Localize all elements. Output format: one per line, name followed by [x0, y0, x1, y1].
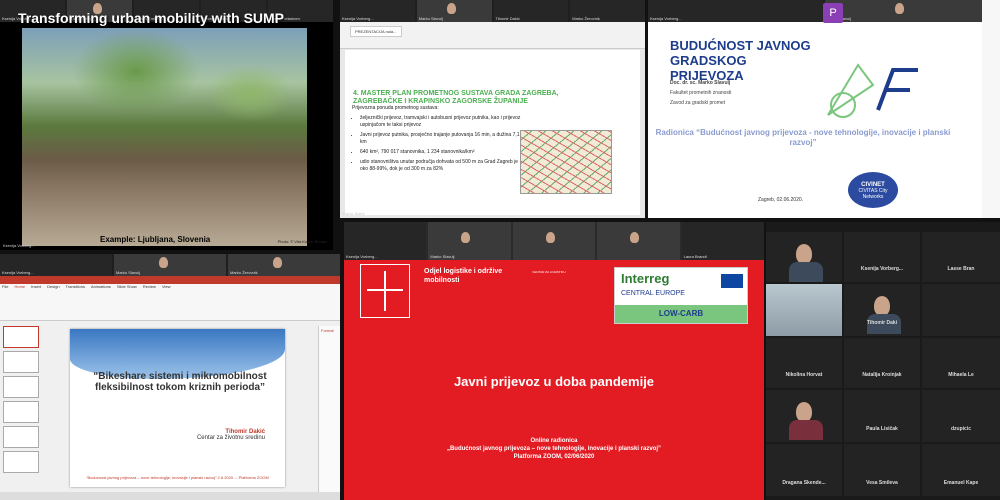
slide-title: Transforming urban mobility with SUMP — [18, 10, 285, 26]
university-logo — [360, 264, 410, 318]
participant-video[interactable]: Tihomir Daki — [844, 284, 920, 336]
eu-flag-icon — [721, 274, 743, 288]
speaker-name: Davor Babić — [343, 211, 365, 216]
participant-thumb[interactable]: Marko Slavulj — [428, 222, 511, 260]
participant-thumb[interactable]: Marko Slavulj — [416, 0, 492, 22]
slide-footer: “Budućnost javnog prijevoza – nove tehno… — [86, 475, 269, 480]
department-name: Odjel logistike i održive mobilnosti — [424, 268, 503, 284]
civinet-logo: CIVINET CIVITAS City Networks — [848, 172, 898, 208]
slide-thumbnails — [3, 326, 39, 492]
video-tile-bikeshare[interactable]: Ksenija Vorberg... Marko Slavulj Marko Ž… — [0, 254, 340, 500]
slide-subheading: Prijevozna ponuda prometnog sustava: — [352, 105, 439, 111]
participant-video[interactable]: Dragana Skende... — [766, 444, 842, 496]
author-name: Doc. dr. sc. Marko Slavulj — [670, 80, 731, 86]
slide-thumbnail[interactable] — [3, 351, 39, 373]
format-panel: Format — [318, 326, 340, 492]
slide-author: Doc. dr. sc. Marko Slavulj Fakultet prom… — [670, 78, 731, 108]
menu-insert[interactable]: Insert — [31, 284, 41, 289]
participant-video[interactable]: Ksenija Vorberg... — [844, 232, 920, 282]
participant-strip: Ksenija Vorberg... Marko Slavulj Marko Ž… — [0, 254, 340, 276]
participant-thumb[interactable] — [597, 222, 680, 260]
participant-thumb[interactable]: Tihomir Dakić — [493, 0, 569, 22]
author-department: Zavod za gradski promet — [670, 100, 726, 106]
participant-video[interactable]: Emanuel Kape — [922, 444, 1000, 496]
speaker-name: Ksenija Vorberg... — [3, 243, 35, 248]
slide-title: BUDUĆNOST JAVNOG GRADSKOG PRIJEVOZA — [670, 38, 811, 83]
status-bar — [0, 492, 340, 500]
photo-caption: Example: Ljubljana, Slovenia — [100, 235, 211, 244]
participant-video[interactable]: Natalija Kroinjak — [844, 338, 920, 388]
participant-video[interactable]: Mihaela Le — [922, 338, 1000, 388]
video-tile-pandemija[interactable]: Ksenija Vorberg... Marko Slavulj Laura B… — [344, 222, 764, 500]
slide-title: “Bikeshare sistemi i mikromobilnost flek… — [93, 371, 267, 393]
zagreb-map — [520, 130, 612, 194]
participant-thumb[interactable]: Ksenija Vorberg... — [0, 254, 112, 276]
participant-video[interactable]: Vesa Smileva — [844, 444, 920, 496]
menu-home[interactable]: Home — [14, 284, 25, 289]
participant-thumb[interactable]: Marko Slavulj — [114, 254, 226, 276]
slide-presenter: Tihomir Dakić Centar za životnu sredinu — [196, 429, 265, 441]
workshop-title: Radionica “Budućnost javnog prijevoza - … — [655, 128, 951, 147]
participant-video[interactable]: dzupicic — [922, 390, 1000, 442]
participant-thumb[interactable]: Laura Brandt — [681, 222, 764, 260]
bullet-list: željeznički prijevoz, tramvajski i autob… — [350, 115, 525, 176]
author-affiliation: Fakultet prometnih znanosti — [670, 90, 732, 96]
menu-design[interactable]: Design — [47, 284, 59, 289]
participant-video[interactable] — [766, 284, 842, 336]
fpz-logo-icon — [827, 63, 918, 118]
slide-date: Zagreb, 02.06.2020. — [758, 197, 804, 203]
bullet-item: Javni prijevoz putnika, prosječno trajan… — [360, 132, 525, 146]
slide-thumbnail[interactable] — [3, 326, 39, 348]
app-sidebar — [982, 0, 1000, 218]
gallery-grid: Ksenija Vorberg... Lasse Bran Tihomir Da… — [766, 222, 1000, 500]
participant-thumb[interactable]: Marko Žerovnik — [570, 0, 645, 22]
slide-title: Javni prijevoz u doba pandemije — [453, 374, 655, 389]
participant-thumb[interactable]: Ksenija Vorberg... — [340, 0, 415, 22]
menu-animations[interactable]: Animations — [91, 284, 111, 289]
presenter-badge: P — [823, 3, 843, 23]
participant-video[interactable] — [766, 232, 842, 282]
participant-strip: Ksenija Vorberg... Marko Slavulj Tihomir… — [340, 0, 645, 22]
participant-thumb[interactable]: Ksenija Vorberg... — [648, 0, 823, 22]
menu-review[interactable]: Review — [143, 284, 156, 289]
slide-thumbnail[interactable] — [3, 451, 39, 473]
bullet-item: 640 km², 790 017 stanovnika, 1 234 stano… — [360, 149, 525, 156]
participant-strip: Ksenija Vorberg... Marko Slavulj Laura B… — [344, 222, 764, 260]
slide-heading: 4. MASTER PLAN PROMETNOG SUSTAVA GRADA Z… — [353, 90, 559, 105]
video-tile-budućnost[interactable]: Ksenija Vorberg... Marko Slavulj P BUDUĆ… — [648, 0, 1000, 218]
participant-thumb[interactable]: Marko Slavulj — [825, 0, 1000, 22]
logistics-center-logo: CENTAR ZA LOGISTIKU — [532, 270, 566, 274]
participant-video[interactable] — [922, 284, 1000, 336]
participant-video[interactable]: Paula Lisičak — [844, 390, 920, 442]
participant-thumb[interactable]: Marko Žerovnik — [228, 254, 340, 276]
slide-thumbnail[interactable] — [3, 401, 39, 423]
ljubljana-street-photo — [22, 28, 307, 246]
powerpoint-titlebar — [0, 276, 340, 284]
menu-view[interactable]: View — [162, 284, 171, 289]
participant-thumb[interactable]: Ksenija Vorberg... — [344, 222, 427, 260]
participant-video[interactable] — [766, 390, 842, 442]
menu-slideshow[interactable]: Slide Show — [117, 284, 137, 289]
video-tile-master-plan[interactable]: Ksenija Vorberg... Marko Slavulj Tihomir… — [340, 0, 645, 218]
slide-thumbnail[interactable] — [3, 426, 39, 448]
slide-canvas[interactable]: “Bikeshare sistemi i mikromobilnost flek… — [70, 329, 285, 487]
slide-footer: Online radionica „Budućnost javnog prije… — [446, 438, 662, 460]
bullet-item: željeznički prijevoz, tramvajski i autob… — [360, 115, 525, 129]
bullet-item: udio stanovništva unutar područja dohvat… — [360, 159, 525, 173]
participant-thumb[interactable] — [512, 222, 596, 260]
menu-file[interactable]: File — [2, 284, 8, 289]
ribbon-menu: File Home Insert Design Transitions Anim… — [2, 284, 171, 289]
browser-tab[interactable]: PREZENTACIJA nula... — [350, 26, 402, 37]
participant-video[interactable]: Nikolina Horvat — [766, 338, 842, 388]
menu-transitions[interactable]: Transitions — [66, 284, 85, 289]
participant-video[interactable]: Lasse Bran — [922, 232, 1000, 282]
slide-thumbnail[interactable] — [3, 376, 39, 398]
interreg-logo: Interreg CENTRAL EUROPE LOW-CARB — [614, 267, 748, 324]
video-tile-sump[interactable]: Ksenija Vorberg... Marko Slavulj Vesna S… — [0, 0, 333, 250]
photo-credit: Photo: © Vita Kocho Benjak — [277, 239, 327, 244]
